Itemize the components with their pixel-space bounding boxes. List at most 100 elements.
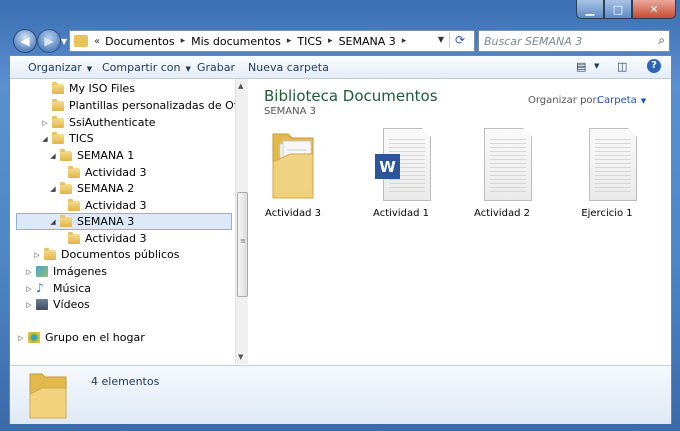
forward-button[interactable]: ▶ (37, 29, 61, 53)
file-list-pane: Biblioteca Documentos SEMANA 3 Organizar… (248, 79, 671, 364)
details-pane: 4 elementos (10, 365, 671, 424)
tree-item-label: Plantillas personalizadas de Office (69, 99, 258, 112)
address-row: ◀ ▶ ▼ « Documentos ▸ Mis documentos ▸ TI… (0, 27, 680, 53)
breadcrumb-separator-icon[interactable]: ▸ (328, 36, 333, 46)
tree-item-imagenes[interactable]: ▷ Imágenes (24, 264, 107, 279)
back-arrow-icon: ◀ (20, 34, 30, 48)
tree-item-actividad-3[interactable]: Actividad 3 (56, 165, 147, 180)
new-folder-button[interactable]: Nueva carpeta (248, 61, 329, 74)
forward-arrow-icon: ▶ (44, 34, 54, 48)
file-name: Actividad 3 (265, 208, 321, 219)
scroll-up-icon[interactable]: ▲ (238, 82, 243, 90)
tree-item-my-iso-files[interactable]: My ISO Files (40, 81, 135, 96)
library-subtitle: SEMANA 3 (264, 106, 316, 117)
arrange-by-value: Carpeta (597, 95, 637, 106)
minimize-button[interactable]: ▁ (576, 0, 604, 19)
double-chevron-icon[interactable]: « (94, 36, 100, 47)
command-bar: Organizar ▼ Compartir con ▼ Grabar Nueva c… (10, 56, 671, 79)
folder-icon (52, 81, 64, 94)
address-dropdown-icon[interactable]: ▼ (438, 35, 444, 44)
tree-item-actividad-3[interactable]: Actividad 3 (56, 231, 147, 246)
navigation-pane: My ISO Files Plantillas personalizadas d… (10, 79, 257, 364)
file-name: Actividad 2 (474, 208, 530, 219)
expand-arrow-icon[interactable]: ▷ (40, 119, 50, 127)
tree-item-semana-3[interactable]: ◢ SEMANA 3 (16, 213, 232, 230)
tree-item-tics[interactable]: ◢ TICS (40, 131, 94, 146)
change-view-icon[interactable]: ▤ (576, 60, 586, 73)
expand-arrow-icon[interactable]: ▷ (24, 268, 34, 276)
breadcrumb-tics[interactable]: TICS (297, 35, 322, 48)
folder-icon (60, 148, 72, 161)
breadcrumb-separator-icon[interactable]: ▸ (181, 36, 186, 46)
tree-item-plantillas[interactable]: Plantillas personalizadas de Office (40, 98, 257, 113)
document-icon (589, 128, 637, 201)
scroll-down-icon[interactable]: ▼ (238, 353, 243, 361)
close-button[interactable]: ✕ (632, 0, 676, 19)
breadcrumb-documentos[interactable]: Documentos (105, 35, 174, 48)
breadcrumb-separator-icon[interactable]: ▸ (287, 36, 292, 46)
share-menu-button[interactable]: Compartir con ▼ (102, 61, 191, 74)
explorer-window: ▁ □ ✕ ◀ ▶ ▼ « Documentos ▸ Mis documento… (0, 0, 680, 431)
word-logo-icon: W (375, 154, 400, 179)
tree-item-ssiauthenticate[interactable]: ▷ SsiAuthenticate (40, 115, 156, 130)
navigation-scrollbar[interactable]: ▲ ≡ ▼ (235, 79, 248, 364)
word-document-icon: W (375, 128, 431, 201)
folder-icon (52, 115, 64, 128)
tree-item-semana-2[interactable]: ◢ SEMANA 2 (48, 181, 134, 196)
breadcrumb-separator-icon[interactable]: ▸ (402, 36, 407, 46)
breadcrumb-mis-documentos[interactable]: Mis documentos (191, 35, 281, 48)
folder-icon (68, 198, 80, 211)
collapse-arrow-icon[interactable]: ◢ (48, 152, 58, 160)
folder-icon (68, 165, 80, 178)
pictures-library-icon (36, 266, 48, 277)
refresh-icon[interactable]: ⟳ (449, 32, 470, 48)
help-icon[interactable]: ? (647, 59, 661, 73)
organize-menu-button[interactable]: Organizar ▼ (28, 61, 92, 74)
expand-arrow-icon[interactable]: ▷ (16, 334, 26, 342)
search-icon[interactable]: ⌕ (658, 33, 665, 48)
tree-item-documentos-publicos[interactable]: ▷ Documentos públicos (32, 247, 180, 262)
tree-item-label: SsiAuthenticate (69, 116, 156, 129)
arrange-by-dropdown[interactable]: Carpeta ▼ (597, 95, 646, 106)
tree-item-label: SEMANA 3 (77, 215, 135, 228)
view-options-dropdown-icon[interactable]: ▼ (594, 62, 599, 70)
address-bar[interactable]: « Documentos ▸ Mis documentos ▸ TICS ▸ S… (69, 30, 475, 52)
file-name: Ejercicio 1 (581, 208, 633, 219)
tree-item-musica[interactable]: ▷ ♪ Música (24, 281, 91, 296)
breadcrumb-semana-3[interactable]: SEMANA 3 (339, 35, 396, 48)
folder-icon (272, 133, 314, 199)
maximize-icon: □ (612, 2, 624, 16)
expand-arrow-icon[interactable]: ▷ (32, 251, 42, 259)
preview-pane-icon[interactable]: ◫ (617, 60, 627, 73)
expand-arrow-icon[interactable]: ▷ (24, 301, 34, 309)
folder-icon (29, 373, 67, 419)
tree-item-grupo-hogar[interactable]: ▷ Grupo en el hogar (16, 330, 144, 345)
tree-item-label: Música (53, 282, 92, 295)
burn-button[interactable]: Grabar (197, 61, 235, 74)
document-icon (484, 128, 532, 201)
title-bar: ▁ □ ✕ (0, 0, 680, 27)
collapse-arrow-icon[interactable]: ◢ (48, 185, 58, 193)
collapse-arrow-icon[interactable]: ◢ (40, 135, 50, 143)
tree-item-label: TICS (69, 132, 94, 145)
music-library-icon: ♪ (36, 281, 44, 295)
search-box[interactable]: Buscar SEMANA 3 ⌕ (478, 30, 670, 52)
tree-item-videos[interactable]: ▷ Vídeos (24, 297, 90, 312)
tree-item-semana-1[interactable]: ◢ SEMANA 1 (48, 148, 134, 163)
collapse-arrow-icon[interactable]: ◢ (48, 218, 58, 226)
tree-item-label: My ISO Files (69, 82, 136, 95)
search-placeholder: Buscar SEMANA 3 (484, 35, 583, 48)
maximize-button[interactable]: □ (604, 0, 632, 19)
window-controls: ▁ □ ✕ (576, 0, 676, 20)
chevron-down-icon: ▼ (640, 97, 647, 105)
tree-item-label: Actividad 3 (85, 199, 147, 212)
expand-arrow-icon[interactable]: ▷ (24, 285, 34, 293)
tree-item-actividad-3[interactable]: Actividad 3 (56, 198, 147, 213)
explorer-body: Organizar ▼ Compartir con ▼ Grabar Nueva c… (9, 55, 672, 424)
tree-item-label: Documentos públicos (61, 248, 180, 261)
item-count: 4 elementos (91, 375, 160, 388)
back-button[interactable]: ◀ (13, 29, 37, 53)
scrollbar-thumb[interactable]: ≡ (237, 192, 248, 297)
recent-pages-dropdown[interactable]: ▼ (61, 37, 67, 46)
organize-label: Organizar (28, 61, 82, 74)
